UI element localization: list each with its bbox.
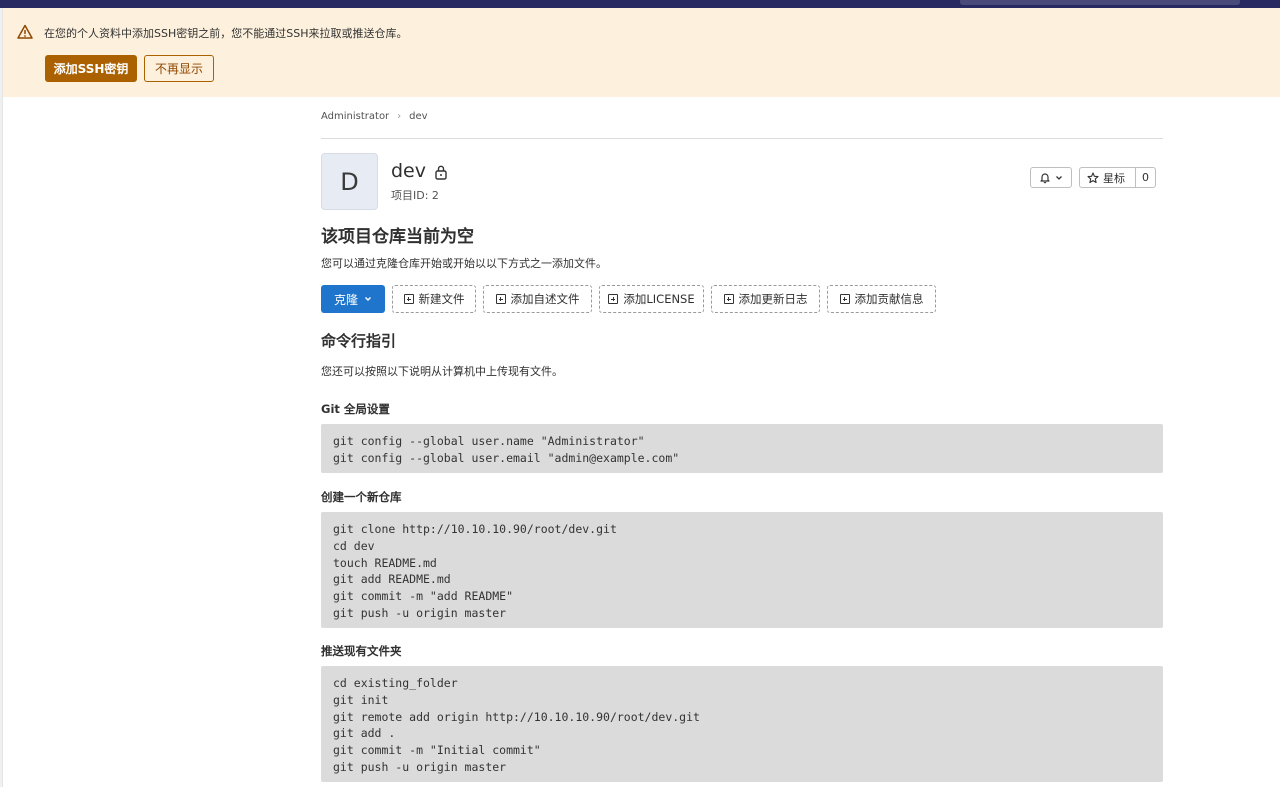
add-contributing-button[interactable]: 添加贡献信息 — [827, 285, 936, 313]
dont-show-again-button[interactable]: 不再显示 — [144, 55, 214, 82]
breadcrumb-item-dev[interactable]: dev — [409, 111, 427, 122]
plus-square-icon — [403, 294, 414, 304]
add-changelog-button[interactable]: 添加更新日志 — [711, 285, 820, 313]
empty-repo-description: 您可以通过克隆仓库开始或开始以以下方式之一添加文件。 — [321, 257, 607, 270]
clone-label: 克隆 — [333, 292, 358, 307]
star-label: 星标 — [1103, 171, 1125, 185]
git-global-setup-title: Git 全局设置 — [321, 402, 390, 416]
star-icon — [1087, 171, 1099, 183]
project-id: 项目ID: 2 — [391, 189, 439, 202]
breadcrumb-item-administrator[interactable]: Administrator — [321, 111, 389, 122]
chevron-down-icon — [1056, 175, 1062, 180]
chevron-down-icon — [365, 297, 371, 301]
new-file-button[interactable]: 新建文件 — [392, 285, 476, 313]
lock-icon — [435, 165, 447, 180]
push-existing-folder-title: 推送现有文件夹 — [321, 644, 402, 658]
plus-square-icon — [839, 294, 850, 304]
bell-icon — [1040, 172, 1050, 183]
plus-square-icon — [495, 294, 506, 304]
breadcrumb-separator-icon: › — [397, 111, 402, 122]
ssh-key-alert: 在您的个人资料中添加SSH密钥之前，您不能通过SSH来拉取或推送仓库。 添加SS… — [3, 8, 1280, 97]
top-search-bar[interactable] — [960, 0, 1240, 5]
breadcrumb: Administrator › dev — [321, 111, 428, 122]
star-button[interactable]: 星标 — [1080, 168, 1136, 187]
notification-settings-button[interactable] — [1030, 167, 1072, 188]
cli-instructions-title: 命令行指引 — [321, 332, 397, 350]
add-license-button[interactable]: 添加LICENSE — [599, 285, 704, 313]
cli-instructions-description: 您还可以按照以下说明从计算机中上传现有文件。 — [321, 365, 563, 378]
push-existing-folder-code[interactable]: cd existing_folder git init git remote a… — [321, 666, 1163, 782]
add-ssh-key-button[interactable]: 添加SSH密钥 — [45, 55, 137, 82]
new-file-label: 新建文件 — [418, 292, 465, 306]
add-license-label: 添加LICENSE — [623, 292, 695, 306]
breadcrumb-divider — [321, 138, 1163, 139]
top-navigation-bar — [0, 0, 1280, 8]
add-readme-button[interactable]: 添加自述文件 — [483, 285, 592, 313]
add-readme-label: 添加自述文件 — [510, 292, 580, 306]
create-new-repo-code[interactable]: git clone http://10.10.10.90/root/dev.gi… — [321, 512, 1163, 628]
create-new-repo-title: 创建一个新仓库 — [321, 490, 402, 504]
empty-repo-title: 该项目仓库当前为空 — [321, 227, 474, 247]
alert-message: 在您的个人资料中添加SSH密钥之前，您不能通过SSH来拉取或推送仓库。 — [44, 27, 408, 40]
plus-square-icon — [723, 294, 734, 304]
star-count[interactable]: 0 — [1136, 168, 1155, 187]
git-global-setup-code[interactable]: git config --global user.name "Administr… — [321, 424, 1163, 473]
plus-square-icon — [608, 294, 619, 304]
sidebar-collapsed-edge — [0, 8, 3, 787]
star-control: 星标 0 — [1079, 167, 1156, 188]
add-contributing-label: 添加贡献信息 — [854, 292, 924, 306]
clone-dropdown-button[interactable]: 克隆 — [321, 285, 385, 313]
add-changelog-label: 添加更新日志 — [738, 292, 808, 306]
warning-icon — [17, 24, 33, 39]
project-avatar[interactable]: D — [321, 153, 378, 210]
project-title: dev — [391, 160, 426, 182]
